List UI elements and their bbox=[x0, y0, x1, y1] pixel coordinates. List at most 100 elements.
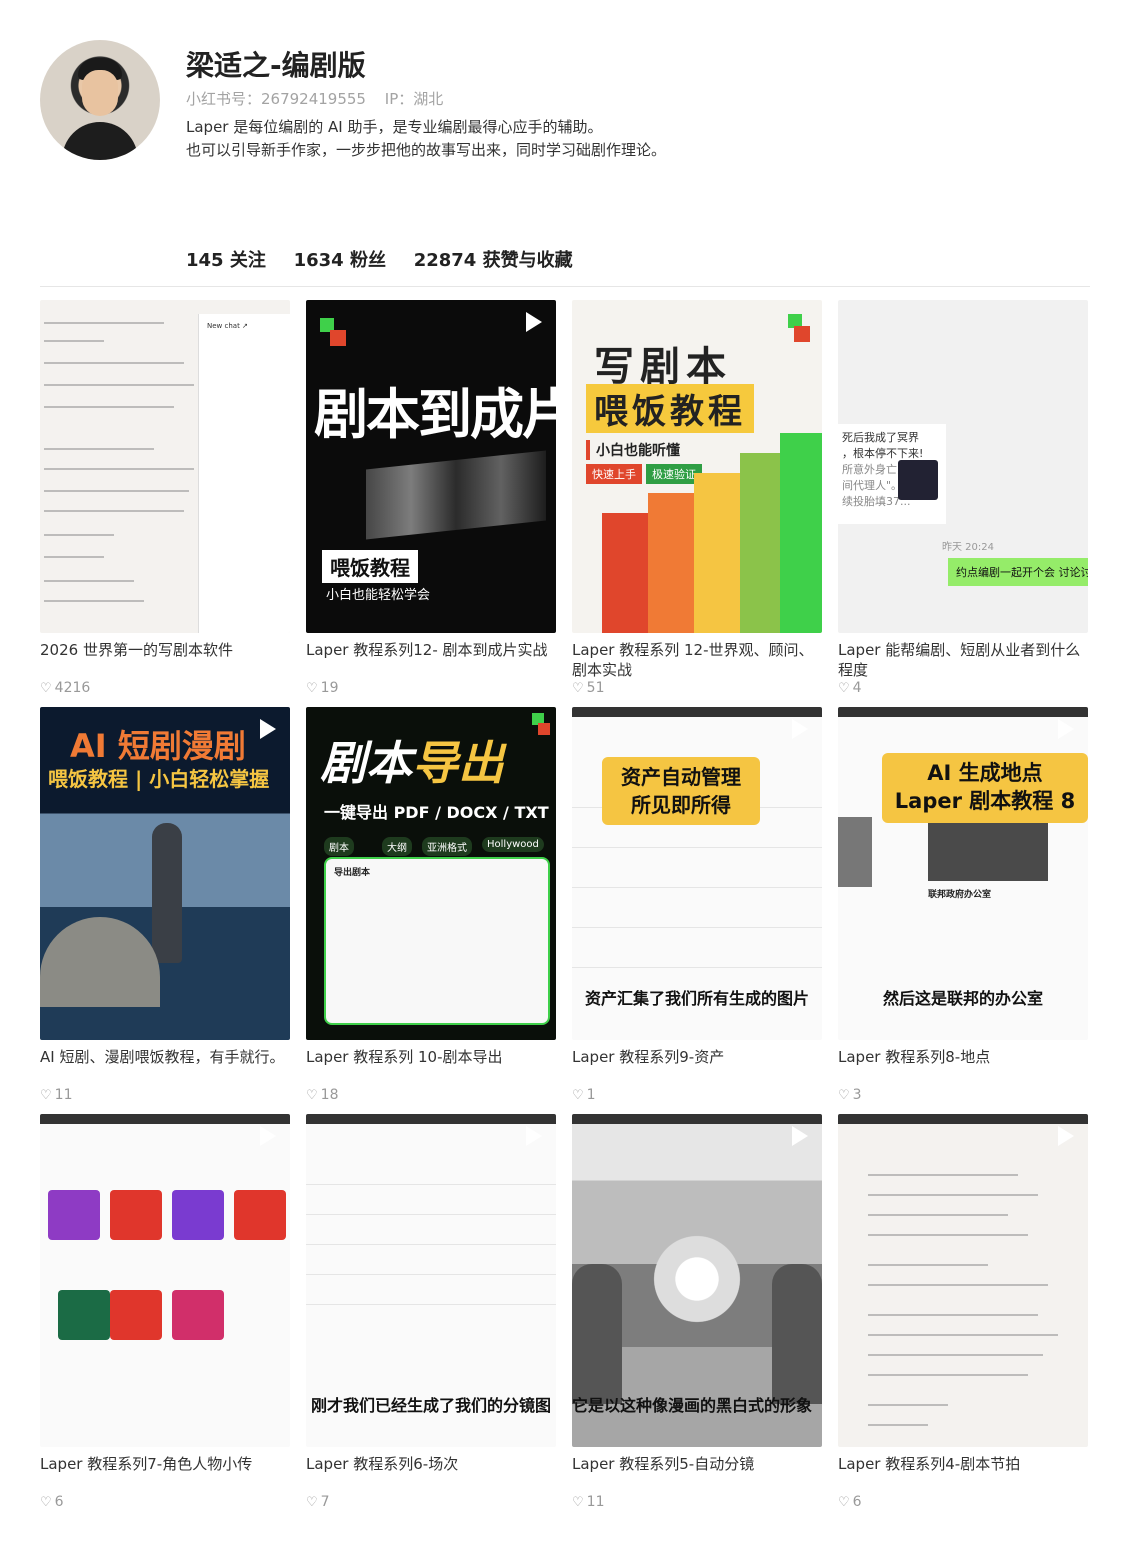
stair-block bbox=[780, 433, 822, 633]
heart-outline-icon: ♡ bbox=[306, 681, 318, 696]
thumb-caption: 资产汇集了我们所有生成的图片 bbox=[584, 989, 809, 1008]
heart-outline-icon: ♡ bbox=[572, 1088, 584, 1103]
profile-header: 梁适之-编剧版 小红书号：26792419555 IP：湖北 Laper 是每位… bbox=[40, 40, 1090, 170]
chat-image bbox=[898, 460, 938, 500]
like-count: 6 bbox=[54, 1494, 64, 1510]
location-title: 联邦政府办公室 bbox=[928, 890, 992, 900]
play-icon bbox=[1058, 1126, 1074, 1146]
stair-block bbox=[602, 513, 648, 633]
thumb-subheadline: 喂饭教程 | 小白轻松掌握 bbox=[48, 767, 270, 791]
character-tile bbox=[234, 1190, 286, 1240]
character-tile bbox=[172, 1290, 224, 1340]
thumb-subtitle: 小白也能轻松学会 bbox=[326, 588, 431, 603]
note-title[interactable]: Laper 教程系列5-自动分镜 bbox=[572, 1454, 822, 1474]
note-thumbnail[interactable]: AI 短剧漫剧 喂饭教程 | 小白轻松掌握 bbox=[40, 707, 290, 1040]
like-count: 1 bbox=[586, 1087, 596, 1103]
avatar[interactable] bbox=[40, 40, 160, 160]
like-count: 4 bbox=[852, 680, 862, 696]
note-thumbnail[interactable] bbox=[838, 1114, 1088, 1447]
thumb-caption: 它是以这种像漫画的黑白式的形象 bbox=[572, 1396, 813, 1415]
note-title[interactable]: AI 短剧、漫剧喂饭教程，有手就行。 bbox=[40, 1047, 290, 1067]
browser-bar bbox=[838, 1114, 1088, 1124]
ip-location: IP：湖北 bbox=[384, 90, 444, 108]
avatar-shirt bbox=[62, 122, 138, 160]
note-title[interactable]: Laper 教程系列4-剧本节拍 bbox=[838, 1454, 1088, 1474]
note-thumbnail[interactable]: 资产自动管理 所见即所得 资产汇集了我们所有生成的图片 bbox=[572, 707, 822, 1040]
avatar-face bbox=[82, 70, 118, 116]
thumb-caption: 刚才我们已经生成了我们的分镜图 bbox=[310, 1396, 551, 1415]
note-likes[interactable]: ♡ 11 bbox=[572, 1494, 604, 1510]
heart-outline-icon: ♡ bbox=[838, 1088, 850, 1103]
bio-line: Laper 是每位编剧的 AI 助手，是专业编剧最得心应手的辅助。 bbox=[186, 118, 603, 136]
note-title[interactable]: Laper 教程系列9-资产 bbox=[572, 1047, 822, 1067]
note-likes[interactable]: ♡ 3 bbox=[838, 1087, 862, 1103]
note-title[interactable]: 2026 世界第一的写剧本软件 bbox=[40, 640, 290, 660]
note-title[interactable]: Laper 教程系列 10-剧本导出 bbox=[306, 1047, 556, 1067]
headline-part: 剧本 bbox=[320, 736, 412, 790]
heart-outline-icon: ♡ bbox=[838, 681, 850, 696]
like-count: 51 bbox=[586, 680, 605, 696]
note-likes[interactable]: ♡ 1 bbox=[572, 1087, 596, 1103]
thumb-tagline: 小白也能听懂 bbox=[586, 440, 680, 460]
heart-outline-icon: ♡ bbox=[306, 1088, 318, 1103]
note-likes[interactable]: ♡ 7 bbox=[306, 1494, 330, 1510]
browser-bar bbox=[572, 707, 822, 717]
location-image bbox=[928, 823, 1048, 881]
note-thumbnail[interactable] bbox=[40, 1114, 290, 1447]
note-thumbnail[interactable]: 剧本到成片 喂饭教程 小白也能轻松学会 bbox=[306, 300, 556, 633]
heart-outline-icon: ♡ bbox=[572, 1495, 584, 1510]
heart-outline-icon: ♡ bbox=[572, 681, 584, 696]
stair-block bbox=[694, 473, 740, 633]
following-count[interactable]: 145 关注 bbox=[186, 250, 266, 271]
note-thumbnail[interactable]: AI 生成地点 Laper 剧本教程 8 联邦政府办公室 然后这是联邦的办公室 bbox=[838, 707, 1088, 1040]
note-thumbnail[interactable]: 写剧本 喂饭教程 小白也能听懂 快速上手 极速验证 bbox=[572, 300, 822, 633]
chat-line: 死后我成了冥界 bbox=[842, 431, 919, 444]
like-count: 19 bbox=[320, 680, 339, 696]
note-likes[interactable]: ♡ 4216 bbox=[40, 680, 90, 696]
profile-stats: 145 关注 1634 粉丝 22874 获赞与收藏 bbox=[186, 246, 595, 272]
note-likes[interactable]: ♡ 6 bbox=[838, 1494, 862, 1510]
format-chip: 大纲 bbox=[382, 837, 412, 856]
browser-bar bbox=[572, 1114, 822, 1124]
thumb-headline: AI 生成地点 Laper 剧本教程 8 bbox=[882, 753, 1088, 823]
heart-outline-icon: ♡ bbox=[306, 1495, 318, 1510]
note-likes[interactable]: ♡ 18 bbox=[306, 1087, 338, 1103]
character-tile bbox=[172, 1190, 224, 1240]
logo-square bbox=[538, 723, 550, 735]
note-thumbnail[interactable]: 死后我成了冥界 ，根本停不下来! 所意外身亡, 间代理人"。 续投胎填37...… bbox=[838, 300, 1088, 633]
followers-count[interactable]: 1634 粉丝 bbox=[294, 250, 386, 271]
like-count: 11 bbox=[586, 1494, 605, 1510]
note-thumbnail[interactable]: 剧本导出 一键导出 PDF / DOCX / TXT 剧本 大纲 亚洲格式 Ho… bbox=[306, 707, 556, 1040]
note-thumbnail[interactable]: New chat ↗ bbox=[40, 300, 290, 633]
character-tile bbox=[48, 1190, 100, 1240]
note-likes[interactable]: ♡ 51 bbox=[572, 680, 604, 696]
note-likes[interactable]: ♡ 11 bbox=[40, 1087, 72, 1103]
play-icon bbox=[526, 312, 542, 332]
note-title[interactable]: Laper 教程系列 12-世界观、顾问、剧本实战 bbox=[572, 640, 822, 680]
profile-meta: 小红书号：26792419555 IP：湖北 bbox=[186, 88, 443, 109]
profile-name: 梁适之-编剧版 bbox=[186, 49, 366, 82]
like-count: 11 bbox=[54, 1087, 73, 1103]
bio-line: 也可以引导新手作家，一步步把他的故事写出来，同时学习础剧作理论。 bbox=[186, 141, 667, 159]
like-count: 18 bbox=[320, 1087, 339, 1103]
chat-panel-title: New chat ↗ bbox=[207, 322, 248, 330]
heart-outline-icon: ♡ bbox=[40, 681, 52, 696]
note-title[interactable]: Laper 教程系列12- 剧本到成片实战 bbox=[306, 640, 556, 660]
note-likes[interactable]: ♡ 6 bbox=[40, 1494, 64, 1510]
thumb-tag: 喂饭教程 bbox=[322, 550, 418, 583]
play-icon bbox=[260, 1126, 276, 1146]
heart-outline-icon: ♡ bbox=[838, 1495, 850, 1510]
note-title[interactable]: Laper 教程系列7-角色人物小传 bbox=[40, 1454, 290, 1474]
note-title[interactable]: Laper 教程系列6-场次 bbox=[306, 1454, 556, 1474]
thumb-headline: AI 短剧漫剧 bbox=[70, 727, 246, 765]
thumb-headline: 资产自动管理 所见即所得 bbox=[602, 757, 760, 825]
note-likes[interactable]: ♡ 19 bbox=[306, 680, 338, 696]
note-title[interactable]: Laper 能帮编剧、短剧从业者到什么程度 bbox=[838, 640, 1088, 680]
profile-bio: Laper 是每位编剧的 AI 助手，是专业编剧最得心应手的辅助。 也可以引导新… bbox=[186, 116, 666, 162]
chat-time: 昨天 20:24 bbox=[942, 542, 994, 553]
figure-silhouette bbox=[772, 1264, 822, 1404]
note-likes[interactable]: ♡ 4 bbox=[838, 680, 862, 696]
note-thumbnail[interactable]: 它是以这种像漫画的黑白式的形象 bbox=[572, 1114, 822, 1447]
note-thumbnail[interactable]: 刚才我们已经生成了我们的分镜图 bbox=[306, 1114, 556, 1447]
note-title[interactable]: Laper 教程系列8-地点 bbox=[838, 1047, 1088, 1067]
